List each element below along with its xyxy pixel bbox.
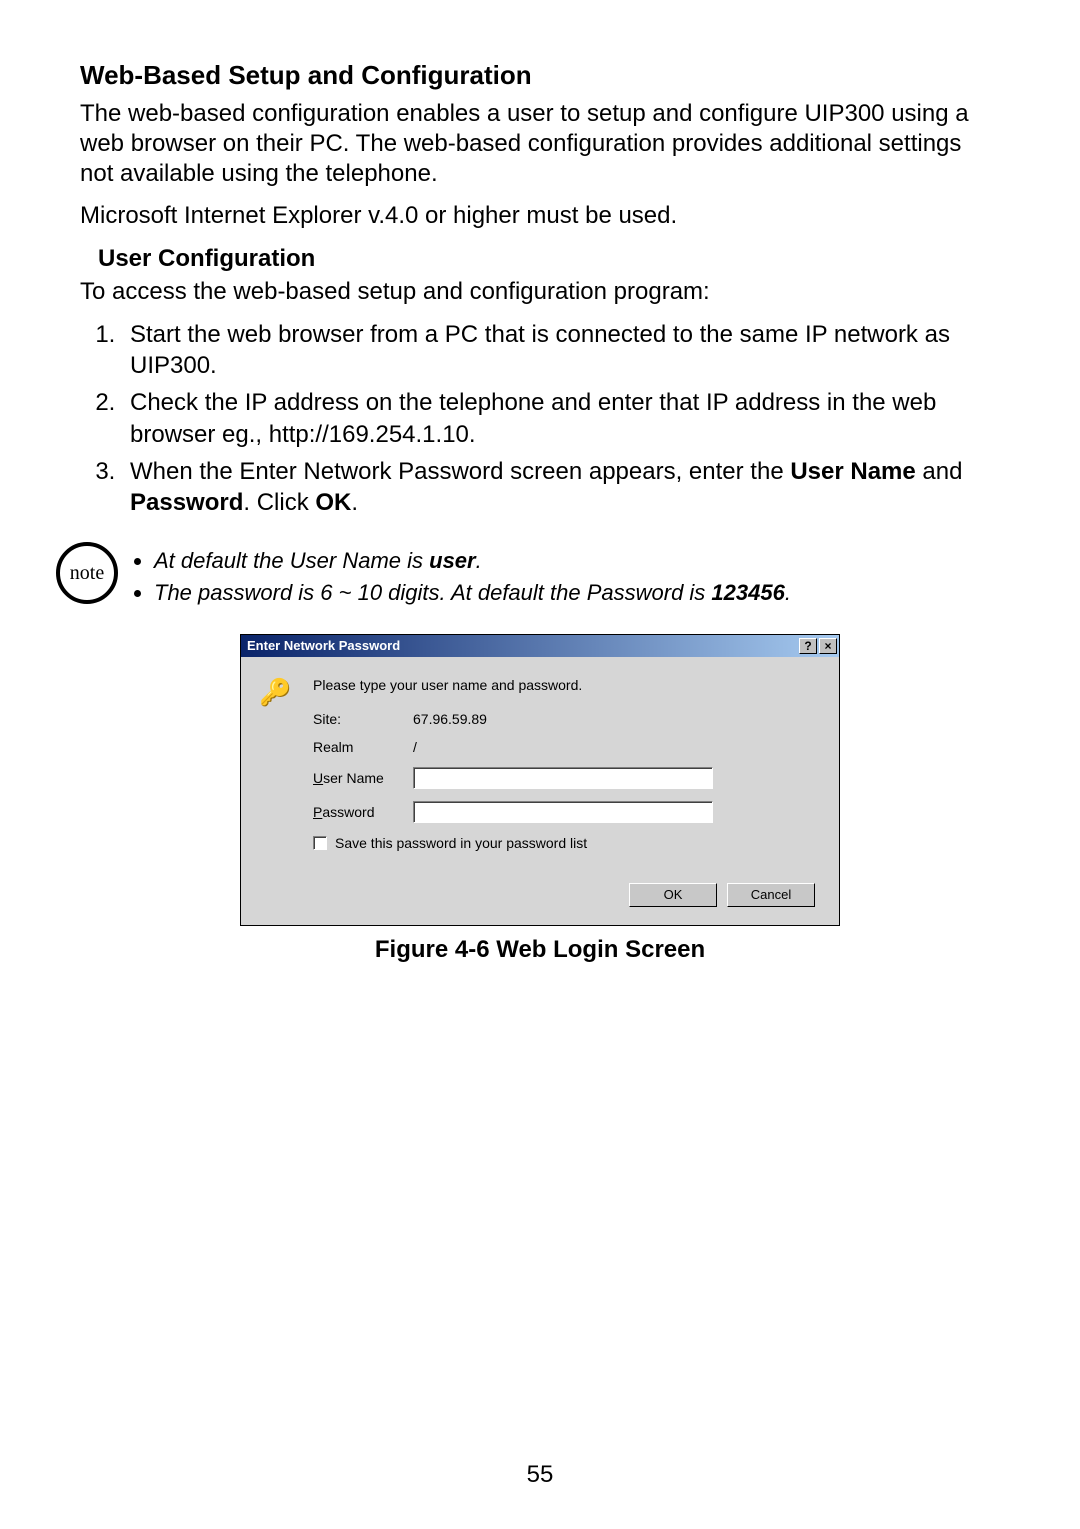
site-value: 67.96.59.89 [413,711,821,727]
save-password-checkbox[interactable] [313,836,327,850]
text-run: At default the User Name is [154,548,429,573]
subsection-heading: User Configuration [98,245,1000,273]
realm-value: / [413,739,821,755]
note-item: The password is 6 ~ 10 digits. At defaul… [154,578,791,608]
dialog-title: Enter Network Password [247,638,400,653]
save-password-label: Save this password in your password list [335,835,587,851]
dialog-body: 🔑 Please type your user name and passwor… [241,657,839,925]
dialog-titlebar: Enter Network Password ? × [241,635,839,657]
text-run-bold: user [429,548,475,573]
page-number: 55 [0,1461,1080,1489]
key-icon: 🔑 [259,677,303,708]
save-password-row: Save this password in your password list [313,835,821,851]
text-run: ave this password in your password list [344,835,587,851]
steps-list: Start the web browser from a PC that is … [80,319,1000,518]
password-label: Password [313,804,413,820]
text-run: The password is 6 ~ 10 digits. At defaul… [154,580,711,605]
username-input[interactable] [413,767,713,789]
step-item: Start the web browser from a PC that is … [122,319,1000,381]
help-icon[interactable]: ? [799,638,817,654]
paragraph-lead: To access the web-based setup and config… [80,277,1000,307]
text-run: assword [322,804,374,820]
username-label: User Name [313,770,413,786]
underline-accelerator: P [313,804,322,820]
text-run-bold: 123456 [711,580,784,605]
figure-caption: Figure 4-6 Web Login Screen [80,936,1000,964]
text-run: and [916,458,963,485]
paragraph-requirement: Microsoft Internet Explorer v.4.0 or hig… [80,201,1000,231]
section-heading: Web-Based Setup and Configuration [80,60,1000,91]
paragraph-intro: The web-based configuration enables a us… [80,99,1000,189]
text-run: . Click [243,489,315,516]
step-item: When the Enter Network Password screen a… [122,456,1000,518]
cancel-button[interactable]: Cancel [727,883,815,907]
password-input[interactable] [413,801,713,823]
text-run: ser Name [323,770,384,786]
note-item: At default the User Name is user. [154,546,791,576]
note-block: note At default the User Name is user. T… [56,542,1000,609]
text-run: . [785,580,791,605]
site-label: Site: [313,711,413,727]
text-run-bold: Password [130,489,243,516]
ok-button[interactable]: OK [629,883,717,907]
dialog-instruction: Please type your user name and password. [313,677,821,693]
underline-accelerator: S [335,835,344,851]
login-dialog: Enter Network Password ? × 🔑 Please type… [240,634,840,926]
note-badge: note [56,542,118,604]
underline-accelerator: U [313,770,323,786]
step-item: Check the IP address on the telephone an… [122,387,1000,449]
close-icon[interactable]: × [819,638,837,654]
text-run-bold: OK [315,489,351,516]
text-run: . [351,489,358,516]
text-run-bold: User Name [790,458,915,485]
text-run: When the Enter Network Password screen a… [130,458,790,485]
text-run: . [476,548,482,573]
dialog-button-row: OK Cancel [259,883,821,907]
note-list: At default the User Name is user. The pa… [130,546,791,609]
realm-label: Realm [313,739,413,755]
